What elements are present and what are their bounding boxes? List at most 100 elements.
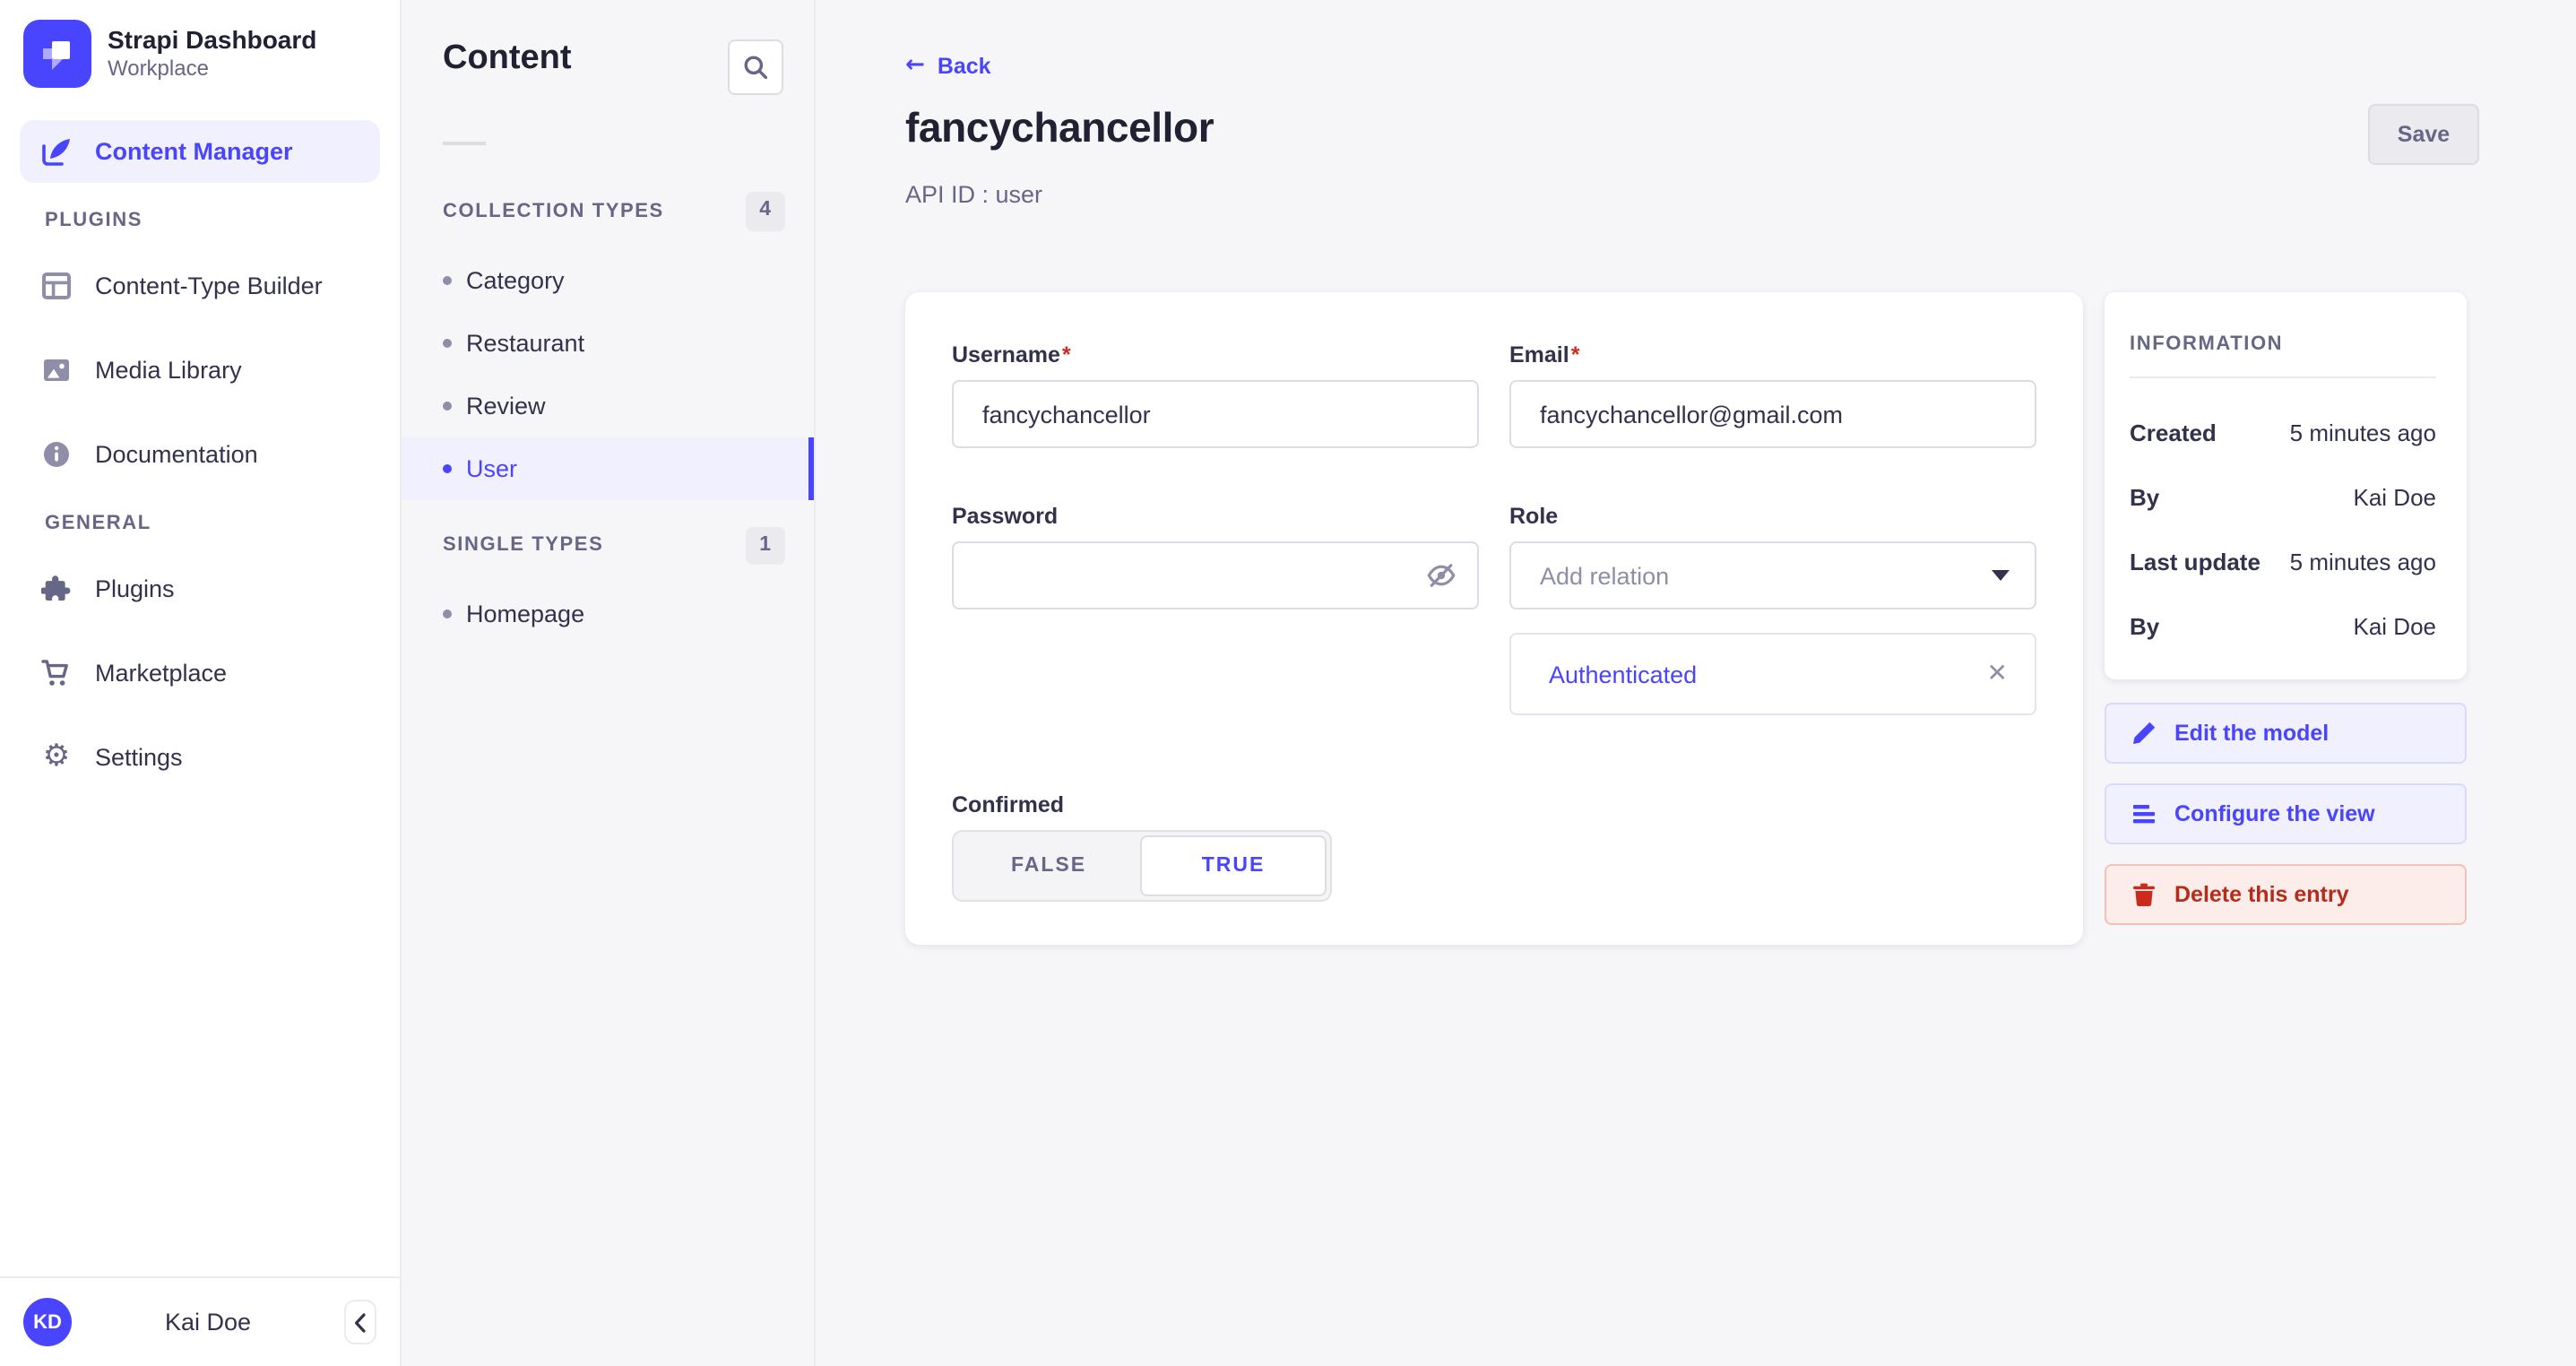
sidebar-footer: KD Kai Doe [0, 1276, 400, 1366]
sidebar-item-media-library[interactable]: Media Library [20, 339, 380, 402]
remove-relation-button[interactable]: ✕ [1987, 661, 2008, 687]
role-select-placeholder: Add relation [1540, 562, 1669, 589]
search-icon [742, 54, 769, 81]
single-types-label: SINGLE TYPES [443, 535, 603, 557]
nav-item-category[interactable]: Category [402, 248, 814, 311]
sidebar-item-plugins[interactable]: Plugins [20, 558, 380, 620]
eye-off-icon [1425, 559, 1457, 592]
role-relation-select[interactable]: Add relation [1509, 541, 2036, 610]
nav-item-restaurant[interactable]: Restaurant [402, 311, 814, 374]
nav-item-label: Restaurant [466, 329, 584, 356]
info-row-updated-by: By Kai Doe [2130, 613, 2436, 640]
password-field-group: Password [952, 498, 1479, 715]
nav-item-review[interactable]: Review [402, 374, 814, 437]
password-label: Password [952, 504, 1479, 529]
email-label: Email* [1509, 342, 2036, 367]
nav-item-homepage[interactable]: Homepage [402, 583, 814, 645]
single-types-list: Homepage [402, 583, 814, 645]
list-lines-icon [2130, 800, 2158, 828]
chevron-down-icon [1992, 570, 2010, 581]
confirmed-toggle: FALSE TRUE [952, 830, 1332, 902]
collection-types-list: Category Restaurant Review User [402, 248, 814, 499]
api-id-subtitle: API ID : user [905, 181, 2479, 208]
collapse-sidebar-button[interactable] [344, 1300, 376, 1344]
nav-item-label: User [466, 454, 517, 481]
brand-text: Strapi Dashboard Workplace [108, 23, 316, 84]
info-circle-icon [41, 439, 72, 470]
sidebar-item-marketplace[interactable]: Marketplace [20, 642, 380, 705]
user-name: Kai Doe [72, 1309, 344, 1336]
chevron-left-icon [353, 1311, 367, 1333]
sidebar-section-plugins: PLUGINS [45, 210, 380, 231]
sidebar-item-label: Plugins [95, 575, 175, 602]
required-asterisk: * [1571, 342, 1580, 367]
role-field-group: Role Add relation Authenticated ✕ [1509, 498, 2036, 715]
relation-authenticated-link[interactable]: Authenticated [1549, 661, 1697, 687]
username-input[interactable] [952, 380, 1479, 448]
email-field-group: Email* [1509, 337, 2036, 448]
sidebar-item-content-manager[interactable]: Content Manager [20, 120, 380, 183]
divider [2130, 376, 2436, 378]
required-asterisk: * [1062, 342, 1071, 367]
main-content: ← Back fancychancellor Save API ID : use… [816, 0, 2576, 1366]
sidebar-item-documentation[interactable]: Documentation [20, 423, 380, 486]
username-label: Username* [952, 342, 1479, 367]
image-icon [41, 355, 72, 385]
confirmed-field-group: Confirmed FALSE TRUE [952, 787, 1479, 902]
gear-icon: ⚙ [41, 742, 72, 773]
layout-grid-icon [41, 271, 72, 301]
info-row-last-update: Last update 5 minutes ago [2130, 549, 2436, 575]
password-input[interactable] [952, 541, 1479, 610]
role-relation-chip: Authenticated ✕ [1509, 633, 2036, 715]
nav-item-user[interactable]: User [402, 437, 814, 499]
back-label: Back [938, 53, 991, 78]
brand-name: Strapi Dashboard [108, 23, 316, 56]
nav-item-label: Review [466, 392, 546, 419]
single-types-count-badge: 1 [745, 526, 785, 565]
divider [443, 142, 486, 145]
brand: Strapi Dashboard Workplace [0, 0, 400, 120]
sidebar-item-label: Marketplace [95, 660, 227, 687]
role-label: Role [1509, 504, 2036, 529]
sidebar-item-label: Content-Type Builder [95, 272, 323, 299]
information-heading: INFORMATION [2130, 333, 2436, 355]
strapi-logo-icon [23, 20, 91, 88]
brand-workspace: Workplace [108, 56, 316, 84]
confirmed-false-option[interactable]: FALSE [957, 835, 1140, 896]
back-link[interactable]: ← Back [905, 52, 991, 79]
edit-the-model-button[interactable]: Edit the model [2105, 703, 2467, 764]
pencil-icon [2130, 719, 2158, 748]
info-row-created: Created 5 minutes ago [2130, 419, 2436, 446]
sidebar: Strapi Dashboard Workplace Content Manag… [0, 0, 402, 1366]
avatar[interactable]: KD [23, 1298, 72, 1346]
configure-the-view-button[interactable]: Configure the view [2105, 783, 2467, 844]
sidebar-nav: Content Manager PLUGINS Content-Type Bui… [0, 120, 400, 810]
trash-icon [2130, 880, 2158, 909]
content-panel-title: Content [443, 39, 572, 79]
info-row-created-by: By Kai Doe [2130, 484, 2436, 511]
cart-icon [41, 658, 72, 688]
email-input[interactable] [1509, 380, 2036, 448]
delete-this-entry-button[interactable]: Delete this entry [2105, 864, 2467, 925]
username-field-group: Username* [952, 337, 1479, 448]
back-arrow-icon: ← [905, 52, 925, 79]
entry-aside: INFORMATION Created 5 minutes ago By Kai… [2105, 292, 2467, 925]
confirmed-true-option[interactable]: TRUE [1140, 835, 1327, 896]
content-nav-panel: Content COLLECTION TYPES 4 Category Rest… [402, 0, 816, 1366]
app: Strapi Dashboard Workplace Content Manag… [0, 0, 2576, 1366]
entry-form-card: Username* Email* Password [905, 292, 2083, 945]
nav-item-label: Homepage [466, 601, 584, 627]
search-button[interactable] [728, 39, 783, 95]
collection-types-count-badge: 4 [745, 192, 785, 230]
sidebar-item-label: Content Manager [95, 138, 293, 165]
save-button[interactable]: Save [2368, 104, 2479, 165]
sidebar-item-label: Documentation [95, 441, 258, 468]
confirmed-label: Confirmed [952, 792, 1479, 817]
toggle-password-visibility-button[interactable] [1425, 559, 1457, 592]
sidebar-item-settings[interactable]: ⚙ Settings [20, 726, 380, 789]
sidebar-item-label: Media Library [95, 357, 242, 384]
sidebar-item-content-type-builder[interactable]: Content-Type Builder [20, 255, 380, 317]
puzzle-icon [41, 574, 72, 604]
feather-pen-icon [41, 136, 72, 167]
sidebar-item-label: Settings [95, 744, 183, 771]
